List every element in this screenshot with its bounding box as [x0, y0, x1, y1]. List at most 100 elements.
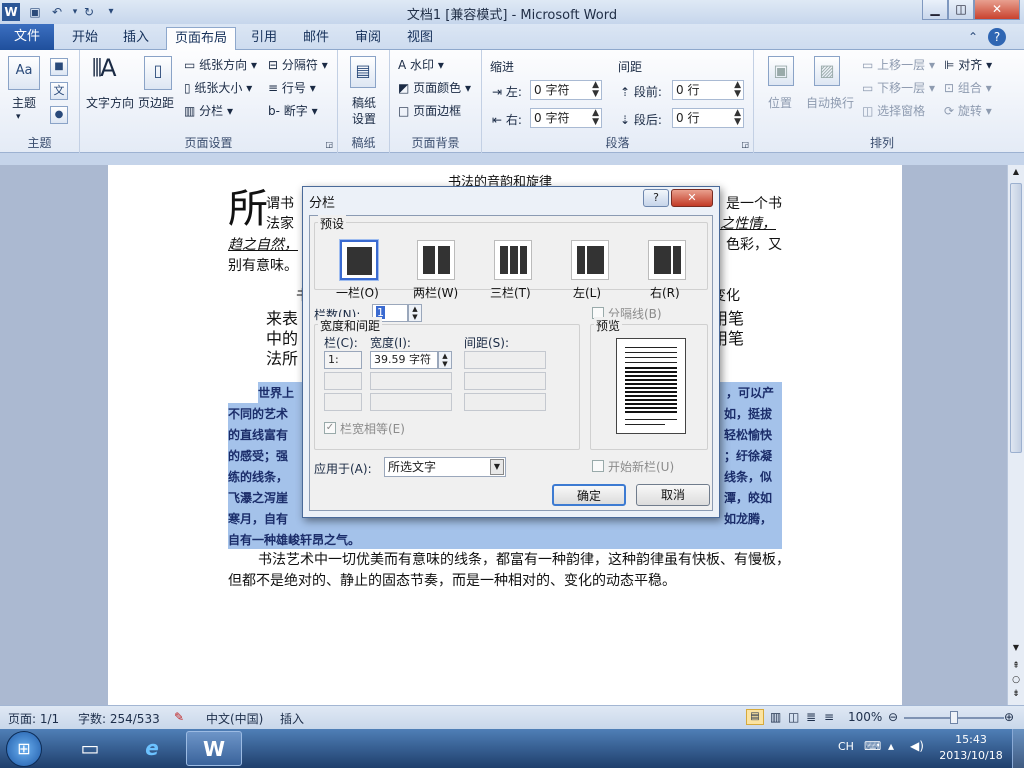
- hyphenation-button[interactable]: b- 断字 ▾: [268, 102, 318, 119]
- page-color-button[interactable]: ◩ 页面颜色 ▾: [398, 79, 471, 96]
- preset-left[interactable]: [571, 240, 609, 280]
- tab-page-layout[interactable]: 页面布局: [166, 27, 236, 51]
- breaks-button[interactable]: ⊟ 分隔符 ▾: [268, 56, 328, 73]
- ime-indicator[interactable]: CH: [838, 740, 854, 753]
- spinner-icon[interactable]: ▲ ▼: [592, 81, 599, 99]
- ribbon-minimize-icon[interactable]: ⌃: [964, 28, 982, 46]
- watermark-button[interactable]: A 水印 ▾: [398, 56, 444, 73]
- draft-paper-label-2[interactable]: 设置: [352, 110, 376, 127]
- preset-right-label[interactable]: 右(R): [650, 284, 680, 301]
- theme-colors-icon[interactable]: ■: [50, 58, 68, 76]
- size-button[interactable]: ▯ 纸张大小 ▾: [184, 79, 252, 96]
- page-count[interactable]: 页面: 1/1: [8, 710, 59, 727]
- preset-three[interactable]: [494, 240, 532, 280]
- word-taskbar-icon[interactable]: W: [186, 731, 242, 766]
- scroll-down-icon[interactable]: ▼: [1010, 643, 1022, 655]
- start-button-icon[interactable]: ⊞: [6, 731, 42, 767]
- margins-icon[interactable]: ▯: [144, 56, 172, 90]
- margins-button[interactable]: 页边距: [138, 94, 174, 111]
- ok-button[interactable]: 确定: [552, 484, 626, 506]
- space-after-input[interactable]: 0 行 ▲ ▼: [672, 108, 744, 128]
- align-button[interactable]: ⊫ 对齐 ▾: [944, 56, 992, 73]
- show-hidden-icons-icon[interactable]: ▴: [888, 739, 894, 753]
- themes-dropdown-icon[interactable]: ▾: [16, 112, 21, 122]
- line-numbers-button[interactable]: ≡ 行号 ▾: [268, 79, 316, 96]
- orientation-button[interactable]: ▭ 纸张方向 ▾: [184, 56, 257, 73]
- internet-explorer-icon[interactable]: e: [124, 731, 180, 766]
- draft-paper-label-1[interactable]: 稿纸: [352, 94, 376, 111]
- full-screen-reading-icon[interactable]: ▥: [770, 710, 781, 724]
- theme-fonts-icon[interactable]: 文: [50, 82, 68, 100]
- preset-one-label[interactable]: 一栏(O): [336, 284, 379, 301]
- show-desktop-button[interactable]: [1012, 729, 1024, 768]
- spinner-icon[interactable]: ▲ ▼: [734, 81, 741, 99]
- outline-icon[interactable]: ≣: [806, 710, 816, 724]
- col-number-3: [324, 393, 362, 411]
- clock-time[interactable]: 15:43: [948, 733, 994, 746]
- tab-mailings[interactable]: 邮件: [294, 27, 338, 50]
- width-input-1[interactable]: 39.59 字符: [370, 351, 438, 369]
- browse-object-icon[interactable]: ○: [1010, 675, 1022, 687]
- vertical-scrollbar[interactable]: ▲ ▼ ⇞ ○ ⇟: [1007, 165, 1024, 705]
- dropdown-arrow-icon[interactable]: ▼: [490, 459, 504, 475]
- web-layout-icon[interactable]: ◫: [788, 710, 799, 724]
- scroll-up-icon[interactable]: ▲: [1010, 167, 1022, 179]
- theme-effects-icon[interactable]: ●: [50, 106, 68, 124]
- selection-pane-button: ◫ 选择窗格: [862, 102, 925, 119]
- file-explorer-icon[interactable]: ▭: [62, 731, 118, 766]
- spinner-icon[interactable]: ▲ ▼: [592, 109, 599, 127]
- text-direction-icon[interactable]: ⫴A: [92, 54, 116, 82]
- prev-page-icon[interactable]: ⇞: [1010, 661, 1022, 673]
- close-button[interactable]: ✕: [974, 0, 1020, 20]
- space-before-input[interactable]: 0 行 ▲ ▼: [672, 80, 744, 100]
- tab-view[interactable]: 视图: [398, 27, 442, 50]
- scroll-thumb[interactable]: [1010, 183, 1022, 453]
- page-setup-launcher-icon[interactable]: ◲: [325, 140, 333, 149]
- dialog-help-button[interactable]: ?: [643, 189, 669, 207]
- preset-left-label[interactable]: 左(L): [573, 284, 601, 301]
- tab-review[interactable]: 审阅: [346, 27, 390, 50]
- language-indicator[interactable]: 中文(中国): [206, 710, 263, 727]
- themes-icon[interactable]: Aa: [8, 56, 40, 90]
- spellcheck-icon[interactable]: ✎: [174, 710, 184, 724]
- preset-three-label[interactable]: 三栏(T): [490, 284, 531, 301]
- columns-button[interactable]: ▥ 分栏 ▾: [184, 102, 233, 119]
- preset-right[interactable]: [648, 240, 686, 280]
- clock-date[interactable]: 2013/10/18: [936, 749, 1006, 762]
- tab-references[interactable]: 引用: [242, 27, 286, 50]
- insert-mode[interactable]: 插入: [280, 710, 304, 727]
- cancel-button[interactable]: 取消: [636, 484, 710, 506]
- zoom-level[interactable]: 100%: [848, 710, 882, 724]
- zoom-out-icon[interactable]: ⊖: [888, 710, 898, 724]
- print-layout-icon[interactable]: ▤: [746, 709, 764, 725]
- tab-home[interactable]: 开始: [62, 27, 108, 50]
- preset-two-label[interactable]: 两栏(W): [413, 284, 458, 301]
- zoom-in-icon[interactable]: ⊕: [1004, 710, 1014, 724]
- spinner-icon[interactable]: ▲ ▼: [734, 109, 741, 127]
- maximize-button[interactable]: ◫: [948, 0, 974, 20]
- page-border-button[interactable]: □ 页面边框: [398, 102, 461, 119]
- preset-two[interactable]: [417, 240, 455, 280]
- tab-file[interactable]: 文件: [0, 24, 54, 50]
- word-count[interactable]: 字数: 254/533: [78, 710, 160, 727]
- help-icon[interactable]: ?: [988, 28, 1006, 46]
- dialog-title: 分栏: [309, 196, 336, 211]
- keyboard-icon[interactable]: ⌨: [864, 739, 881, 753]
- paragraph-launcher-icon[interactable]: ◲: [741, 140, 749, 149]
- zoom-slider-thumb[interactable]: [950, 711, 958, 724]
- indent-right-input[interactable]: 0 字符 ▲ ▼: [530, 108, 602, 128]
- apply-to-select[interactable]: 所选文字: [384, 457, 506, 477]
- tab-insert[interactable]: 插入: [114, 27, 158, 50]
- minimize-button[interactable]: ▁: [922, 0, 948, 20]
- draft-icon[interactable]: ≡: [824, 710, 834, 724]
- themes-button-label[interactable]: 主题: [12, 94, 36, 111]
- preset-one[interactable]: [340, 240, 378, 280]
- num-columns-spinner-icon[interactable]: ▲ ▼: [408, 304, 422, 322]
- indent-left-input[interactable]: 0 字符 ▲ ▼: [530, 80, 602, 100]
- dialog-close-button[interactable]: ✕: [671, 189, 713, 207]
- next-page-icon[interactable]: ⇟: [1010, 689, 1022, 701]
- volume-icon[interactable]: ◀): [910, 739, 924, 753]
- width-spinner-icon[interactable]: ▲ ▼: [438, 351, 452, 369]
- draft-paper-icon[interactable]: ▤: [350, 56, 376, 88]
- text-direction-button[interactable]: 文字方向: [86, 94, 134, 111]
